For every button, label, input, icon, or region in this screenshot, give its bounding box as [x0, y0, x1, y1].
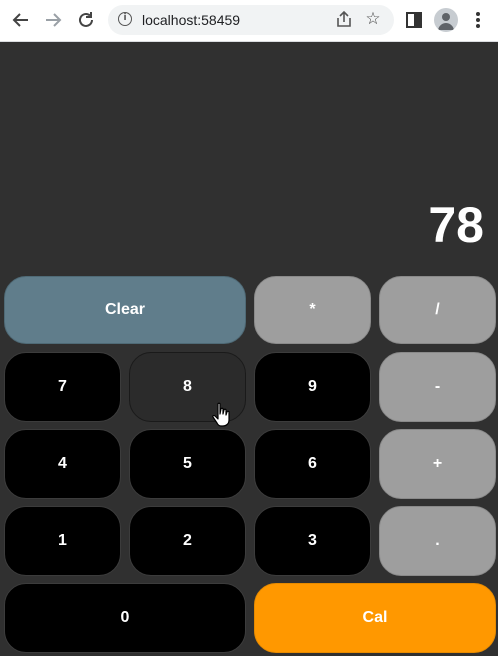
- address-bar[interactable]: i localhost:58459 ☆: [108, 5, 394, 35]
- digit-4-button[interactable]: 4: [4, 429, 121, 499]
- digit-0-button[interactable]: 0: [4, 583, 246, 653]
- browser-toolbar: i localhost:58459 ☆: [0, 0, 498, 42]
- reload-icon[interactable]: [73, 7, 99, 33]
- calculator-display: 78: [428, 197, 484, 253]
- digit-6-button[interactable]: 6: [254, 429, 371, 499]
- url-text: localhost:58459: [142, 12, 241, 28]
- digit-5-button[interactable]: 5: [129, 429, 246, 499]
- star-icon[interactable]: ☆: [362, 8, 384, 30]
- decimal-button[interactable]: .: [379, 506, 496, 576]
- share-icon[interactable]: [334, 10, 354, 30]
- digit-8-button[interactable]: 8: [129, 352, 246, 422]
- digit-7-button[interactable]: 7: [4, 352, 121, 422]
- forward-icon[interactable]: [40, 7, 66, 33]
- menu-icon[interactable]: [466, 8, 490, 32]
- divide-button[interactable]: /: [379, 276, 496, 344]
- info-icon[interactable]: i: [118, 12, 132, 26]
- calculate-button[interactable]: Cal: [254, 583, 496, 653]
- profile-icon[interactable]: [434, 8, 458, 32]
- minus-button[interactable]: -: [379, 352, 496, 422]
- sidebar-icon[interactable]: [402, 8, 426, 32]
- digit-1-button[interactable]: 1: [4, 506, 121, 576]
- digit-3-button[interactable]: 3: [254, 506, 371, 576]
- digit-9-button[interactable]: 9: [254, 352, 371, 422]
- back-icon[interactable]: [8, 7, 34, 33]
- plus-button[interactable]: +: [379, 429, 496, 499]
- multiply-button[interactable]: *: [254, 276, 371, 344]
- digit-2-button[interactable]: 2: [129, 506, 246, 576]
- clear-button[interactable]: Clear: [4, 276, 246, 344]
